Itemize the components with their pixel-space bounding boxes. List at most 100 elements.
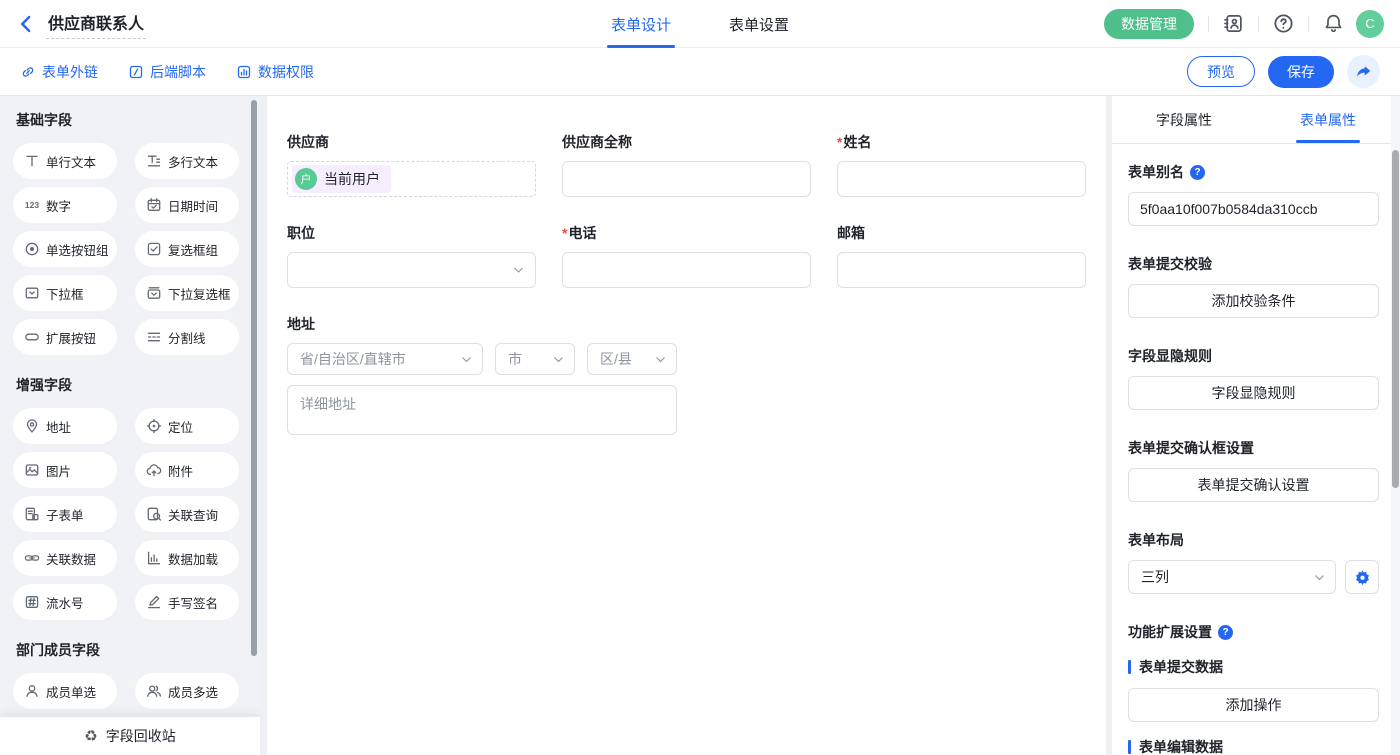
field-item-number[interactable]: 123数字 xyxy=(13,187,117,223)
current-user-tag[interactable]: 户 当前用户 xyxy=(292,165,391,193)
help-icon[interactable] xyxy=(1273,13,1294,34)
tab-form-properties[interactable]: 表单属性 xyxy=(1256,96,1400,143)
toolbar-actions: 预览 保存 xyxy=(1187,55,1380,88)
back-icon[interactable] xyxy=(16,14,36,34)
main-area: 基础字段 单行文本 多行文本 123数字 日期时间 单选按钮组 复选框组 下拉框… xyxy=(0,96,1400,755)
tab-form-settings[interactable]: 表单设置 xyxy=(725,0,793,48)
field-item-attachment[interactable]: 附件 xyxy=(135,452,239,488)
field-label: *姓名 xyxy=(837,132,1086,152)
window-scrollbar-thumb[interactable] xyxy=(1392,150,1399,488)
field-position[interactable]: 职位 xyxy=(287,223,536,288)
form-title[interactable]: 供应商联系人 xyxy=(46,8,146,39)
email-input[interactable] xyxy=(837,252,1086,288)
field-name[interactable]: *姓名 xyxy=(837,132,1086,197)
avatar[interactable]: C xyxy=(1356,10,1384,38)
field-item-signature[interactable]: 手写签名 xyxy=(135,584,239,620)
rel-data-icon xyxy=(24,550,40,566)
field-item-serial[interactable]: 流水号 xyxy=(13,584,117,620)
radio-icon xyxy=(24,241,40,257)
field-item-image[interactable]: 图片 xyxy=(13,452,117,488)
submit-confirm-button[interactable]: 表单提交确认设置 xyxy=(1128,468,1379,502)
phone-input[interactable] xyxy=(562,252,811,288)
sidebar-scrollbar[interactable] xyxy=(251,100,257,656)
name-input[interactable] xyxy=(837,161,1086,197)
field-supplier[interactable]: 供应商 户 当前用户 xyxy=(287,132,536,197)
address-detail-textarea[interactable] xyxy=(287,385,677,435)
header-tabs: 表单设计 表单设置 xyxy=(607,0,793,48)
gear-icon xyxy=(1354,569,1371,586)
form-layout-section: 表单布局 三列 xyxy=(1128,530,1379,594)
field-item-ext-button[interactable]: 扩展按钮 xyxy=(13,319,117,355)
supplier-full-name-input[interactable] xyxy=(562,161,811,197)
window-scrollbar-track[interactable] xyxy=(1391,96,1400,755)
field-item-datetime[interactable]: 日期时间 xyxy=(135,187,239,223)
data-permission-link[interactable]: 数据权限 xyxy=(236,62,314,82)
field-item-subform[interactable]: 子表单 xyxy=(13,496,117,532)
form-alias-input[interactable] xyxy=(1128,192,1379,226)
data-manage-button[interactable]: 数据管理 xyxy=(1104,9,1194,39)
field-visibility-button[interactable]: 字段显隐规则 xyxy=(1128,376,1379,410)
chart-bars-icon xyxy=(146,550,162,566)
field-item-checkbox-group[interactable]: 复选框组 xyxy=(135,231,239,267)
field-label: 地址 xyxy=(287,314,1086,334)
field-item-address[interactable]: 地址 xyxy=(13,408,117,444)
share-button[interactable] xyxy=(1347,55,1380,88)
checkbox-icon xyxy=(146,241,162,257)
field-item-multi-dropdown[interactable]: 下拉复选框 xyxy=(135,275,239,311)
header: 供应商联系人 表单设计 表单设置 数据管理 C xyxy=(0,0,1400,48)
field-item-rel-data[interactable]: 关联数据 xyxy=(13,540,117,576)
group-title: 部门成员字段 xyxy=(16,640,260,660)
field-phone[interactable]: *电话 xyxy=(562,223,811,288)
field-item-single-text[interactable]: 单行文本 xyxy=(13,143,117,179)
layout-settings-button[interactable] xyxy=(1345,560,1379,594)
province-select[interactable]: 省/自治区/直辖市 xyxy=(287,343,483,375)
tab-form-design[interactable]: 表单设计 xyxy=(607,0,675,48)
tab-field-properties[interactable]: 字段属性 xyxy=(1112,96,1256,143)
divider-line-icon xyxy=(146,329,162,345)
layout-select[interactable]: 三列 xyxy=(1128,560,1336,594)
save-button[interactable]: 保存 xyxy=(1268,56,1334,88)
person-icon xyxy=(24,683,40,699)
subform-icon xyxy=(24,506,40,522)
field-label: 供应商 xyxy=(287,132,536,152)
field-item-member-multi[interactable]: 成员多选 xyxy=(135,673,239,709)
field-label: 职位 xyxy=(287,223,536,243)
edit-data-subsection: 表单编辑数据 xyxy=(1128,737,1379,755)
number-icon: 123 xyxy=(24,197,40,213)
field-item-locate[interactable]: 定位 xyxy=(135,408,239,444)
district-select[interactable]: 区/县 xyxy=(587,343,677,375)
form-external-link[interactable]: 表单外链 xyxy=(20,62,98,82)
submit-data-add-action-button[interactable]: 添加操作 xyxy=(1128,688,1379,722)
add-validation-button[interactable]: 添加校验条件 xyxy=(1128,284,1379,318)
supplier-rel-data-box[interactable]: 户 当前用户 xyxy=(287,161,536,197)
serial-number-icon xyxy=(24,594,40,610)
field-item-radio-group[interactable]: 单选按钮组 xyxy=(13,231,117,267)
field-label: 邮箱 xyxy=(837,223,1086,243)
group-title: 增强字段 xyxy=(16,375,260,395)
field-item-divider[interactable]: 分割线 xyxy=(135,319,239,355)
chevron-down-icon xyxy=(512,264,525,277)
field-item-data-load[interactable]: 数据加载 xyxy=(135,540,239,576)
city-select[interactable]: 市 xyxy=(495,343,575,375)
field-item-multi-text[interactable]: 多行文本 xyxy=(135,143,239,179)
help-icon[interactable]: ? xyxy=(1218,625,1233,640)
field-item-dropdown[interactable]: 下拉框 xyxy=(13,275,117,311)
recycle-icon: ♻ xyxy=(84,729,97,744)
backend-script-link[interactable]: 后端脚本 xyxy=(128,62,206,82)
divider xyxy=(1208,16,1209,32)
field-email[interactable]: 邮箱 xyxy=(837,223,1086,288)
group-title: 基础字段 xyxy=(16,110,260,130)
panel-tabs: 字段属性 表单属性 xyxy=(1112,96,1400,144)
contact-book-icon[interactable] xyxy=(1223,13,1244,34)
position-select[interactable] xyxy=(287,252,536,288)
accent-bar xyxy=(1128,740,1131,754)
bell-icon[interactable] xyxy=(1323,13,1344,34)
field-supplier-full-name[interactable]: 供应商全称 xyxy=(562,132,811,197)
field-address[interactable]: 地址 省/自治区/直辖市 市 区/县 xyxy=(287,314,1086,438)
field-recycle-bin[interactable]: ♻ 字段回收站 xyxy=(0,717,260,755)
field-item-rel-query[interactable]: 关联查询 xyxy=(135,496,239,532)
field-visibility-section: 字段显隐规则 字段显隐规则 xyxy=(1128,346,1379,410)
field-item-member-single[interactable]: 成员单选 xyxy=(13,673,117,709)
preview-button[interactable]: 预览 xyxy=(1187,56,1255,87)
help-icon[interactable]: ? xyxy=(1190,165,1205,180)
